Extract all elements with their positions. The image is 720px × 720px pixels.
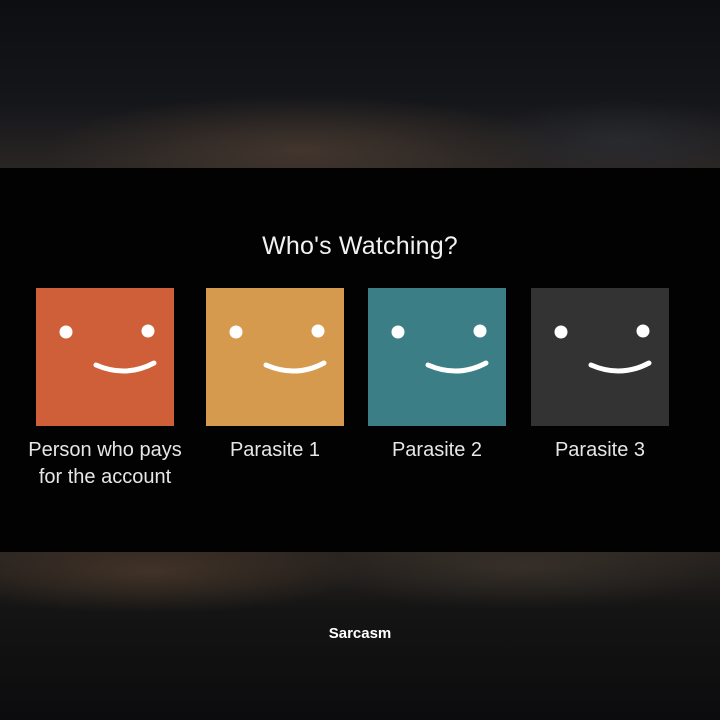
profile-tile-3[interactable]: Parasite 3 xyxy=(520,288,680,464)
profile-avatar[interactable] xyxy=(36,288,174,426)
profile-avatar[interactable] xyxy=(368,288,506,426)
profile-tile-1[interactable]: Parasite 1 xyxy=(195,288,355,464)
profile-tile-2[interactable]: Parasite 2 xyxy=(357,288,517,464)
smiley-face-icon xyxy=(36,288,174,426)
caption-text: Sarcasm xyxy=(328,625,392,642)
profile-tile-0[interactable]: Person who pays for the account xyxy=(25,288,185,491)
smiley-face-icon xyxy=(368,288,506,426)
profile-name: Parasite 1 xyxy=(229,439,321,461)
profile-name: Parasite 3 xyxy=(554,439,646,461)
profile-name: Person who pays for the account xyxy=(28,439,182,488)
profile-avatar[interactable] xyxy=(531,288,669,426)
profile-name: Parasite 2 xyxy=(391,439,483,461)
smiley-face-icon xyxy=(531,288,669,426)
smiley-face-icon xyxy=(206,288,344,426)
profile-avatar[interactable] xyxy=(206,288,344,426)
background-top xyxy=(0,0,720,170)
page-title: Who's Watching? xyxy=(262,232,458,260)
